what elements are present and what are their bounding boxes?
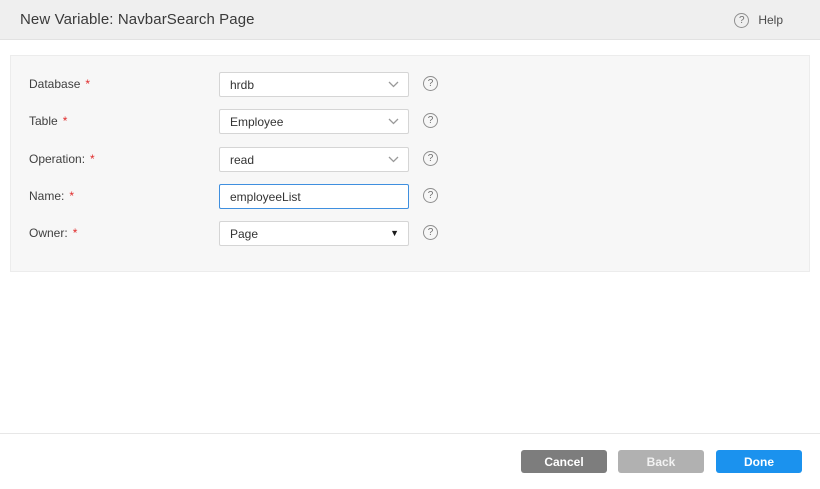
form-row-owner: Owner: * Page ▼ ? <box>11 221 809 245</box>
table-label: Table * <box>29 109 67 133</box>
question-mark-glyph: ? <box>739 14 745 27</box>
select-caret-icon: ▼ <box>390 229 399 238</box>
question-mark-glyph: ? <box>428 77 434 90</box>
owner-select-value: Page <box>230 227 258 241</box>
question-mark-glyph: ? <box>428 189 434 202</box>
owner-label-text: Owner: <box>29 226 68 240</box>
name-help-icon[interactable]: ? <box>423 188 438 203</box>
table-dropdown-value: Employee <box>230 115 283 129</box>
required-asterisk: * <box>69 189 74 203</box>
page-title: New Variable: NavbarSearch Page <box>20 0 255 40</box>
operation-label: Operation: * <box>29 147 95 171</box>
database-help-icon[interactable]: ? <box>423 76 438 91</box>
database-label: Database * <box>29 72 90 96</box>
form-row-database: Database * hrdb ? <box>11 72 809 96</box>
table-dropdown[interactable]: Employee <box>219 109 409 134</box>
question-mark-glyph: ? <box>428 152 434 165</box>
table-help-icon[interactable]: ? <box>423 113 438 128</box>
help-question-icon: ? <box>734 13 749 28</box>
required-asterisk: * <box>73 226 78 240</box>
form-row-operation: Operation: * read ? <box>11 147 809 171</box>
name-label: Name: * <box>29 184 74 208</box>
required-asterisk: * <box>90 152 95 166</box>
chevron-down-icon <box>388 118 399 125</box>
cancel-button[interactable]: Cancel <box>521 450 607 473</box>
help-label: Help <box>758 13 783 27</box>
form-panel: Database * hrdb ? Table * Employee ? Opera… <box>10 55 810 272</box>
operation-help-icon[interactable]: ? <box>423 151 438 166</box>
back-button[interactable]: Back <box>618 450 704 473</box>
database-dropdown[interactable]: hrdb <box>219 72 409 97</box>
form-row-name: Name: * ? <box>11 184 809 208</box>
owner-select[interactable]: Page ▼ <box>219 221 409 246</box>
owner-help-icon[interactable]: ? <box>423 225 438 240</box>
operation-dropdown[interactable]: read <box>219 147 409 172</box>
chevron-down-icon <box>388 156 399 163</box>
table-label-text: Table <box>29 114 58 128</box>
name-input[interactable] <box>219 184 409 209</box>
database-label-text: Database <box>29 77 80 91</box>
name-label-text: Name: <box>29 189 64 203</box>
form-row-table: Table * Employee ? <box>11 109 809 133</box>
owner-label: Owner: * <box>29 221 77 245</box>
required-asterisk: * <box>63 114 68 128</box>
operation-dropdown-value: read <box>230 153 254 167</box>
chevron-down-icon <box>388 81 399 88</box>
operation-label-text: Operation: <box>29 152 85 166</box>
question-mark-glyph: ? <box>428 226 434 239</box>
done-button[interactable]: Done <box>716 450 802 473</box>
footer-divider <box>0 433 820 434</box>
help-button[interactable]: ? Help <box>734 0 783 40</box>
question-mark-glyph: ? <box>428 114 434 127</box>
database-dropdown-value: hrdb <box>230 78 254 92</box>
required-asterisk: * <box>85 77 90 91</box>
dialog-header: New Variable: NavbarSearch Page ? Help <box>0 0 820 40</box>
